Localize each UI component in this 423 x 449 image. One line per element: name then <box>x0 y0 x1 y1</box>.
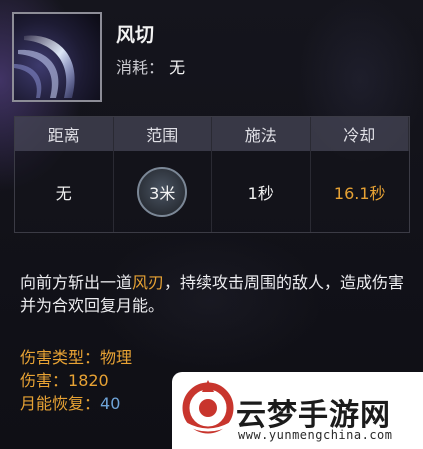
stat-value-cooldown: 16.1秒 <box>310 151 409 232</box>
skill-description: 向前方斩出一道风刃，持续攻击周围的敌人，造成伤害并为合欢回复月能。 <box>20 271 410 317</box>
skill-cost: 消耗： 无 <box>116 54 185 78</box>
cost-value: 无 <box>169 58 186 77</box>
stat-value-cast: 1秒 <box>212 151 311 232</box>
stat-header-cast: 施法 <box>212 117 311 151</box>
skill-name: 风切 <box>116 24 155 46</box>
skill-stats-table: 距离 范围 施法 冷却 无 3米 1秒 16.1秒 <box>14 116 410 233</box>
attr-damage-type: 伤害类型：物理 <box>20 344 132 368</box>
description-highlight: 风刃 <box>132 273 165 292</box>
stat-value-distance: 无 <box>15 151 114 232</box>
attr-label: 伤害类型： <box>20 348 101 367</box>
attr-value: 物理 <box>100 348 133 367</box>
attr-value: 40 <box>100 394 121 413</box>
stat-header-range: 范围 <box>113 117 212 151</box>
stat-header-distance: 距离 <box>15 117 114 151</box>
site-watermark: 云梦手游网 www.yunmengchina.com <box>172 372 423 449</box>
stat-range-cell: 3米 <box>113 151 212 232</box>
stat-value-range: 3米 <box>137 166 188 217</box>
stat-header-cooldown: 冷却 <box>310 117 409 151</box>
wind-slash-icon <box>12 12 102 102</box>
attr-label: 伤害： <box>20 371 69 390</box>
attr-value: 1820 <box>68 371 109 390</box>
cost-label: 消耗： <box>116 58 165 77</box>
yunmeng-logo-icon <box>182 380 234 434</box>
watermark-url: www.yunmengchina.com <box>238 428 393 442</box>
attr-damage: 伤害：1820 <box>20 367 109 391</box>
attr-label: 月能恢复： <box>20 394 101 413</box>
description-text-1: 向前方斩出一道 <box>20 273 133 292</box>
attr-moon-energy: 月能恢复：40 <box>20 390 120 414</box>
